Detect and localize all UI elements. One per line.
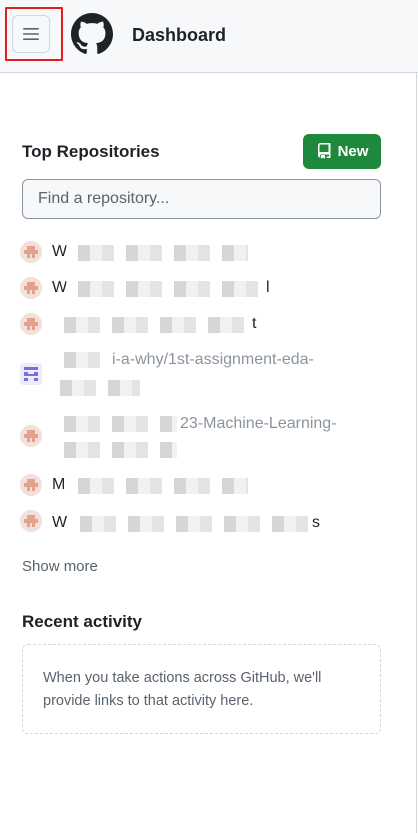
repo-name-obscured-line2 [52,442,177,458]
repo-name-fragment: s [312,514,320,531]
repo-list-item[interactable]: i-a-why/1st-assignment-eda- [20,350,360,398]
repo-list-item[interactable]: W s [20,510,360,532]
repo-list-item[interactable]: t [20,313,360,335]
repo-list-item[interactable]: 23-Machine-Learning- [20,414,360,460]
repo-name-obscured [66,245,248,261]
repo-list-item[interactable]: W l [20,277,360,299]
recent-activity-empty-state: When you take actions across GitHub, we'… [22,644,381,734]
repo-name-obscured [52,416,177,432]
empty-state-text-line1: When you take actions across GitHub, we'… [43,670,322,686]
github-logo-icon[interactable] [71,13,113,55]
repo-name-fragment: i-a-why/1st-assignment-eda- [112,351,314,368]
repo-owner-avatar [20,241,42,263]
repo-name-fragment: t [252,315,257,332]
repo-owner-avatar [20,474,42,496]
repo-owner-avatar [20,363,42,385]
find-repository-input[interactable] [22,179,381,219]
top-header: Dashboard [0,0,418,73]
repo-owner-avatar [20,277,42,299]
repo-name-obscured [52,317,252,333]
repo-list-item[interactable]: M [20,474,360,496]
repo-name-obscured-line2 [48,380,140,396]
repo-name-fragment: l [266,279,270,296]
menu-highlight-box [5,7,63,61]
repo-icon [317,142,331,159]
repo-name-start: W [52,243,68,260]
page-title: Dashboard [132,25,227,45]
repo-owner-avatar [20,425,42,447]
new-repository-button[interactable]: New [303,134,381,169]
repo-name-fragment: 23-Machine-Learning- [180,415,337,432]
repo-owner-avatar [20,510,42,532]
new-button-label: New [337,143,369,160]
repo-owner-avatar [20,313,42,335]
recent-activity-heading: Recent activity [22,612,142,631]
repo-name-obscured [66,478,248,494]
repo-list-item[interactable]: W [20,241,360,263]
repo-name-obscured [68,516,312,532]
show-more-link[interactable]: Show more [22,558,98,575]
top-repositories-heading: Top Repositories [22,142,160,161]
repo-name-obscured [52,352,112,368]
repo-name-start: W [52,279,68,296]
empty-state-text-line2: provide links to that activity here. [43,693,254,709]
repo-name-start: M [52,476,66,493]
repo-name-obscured [66,281,266,297]
panel-divider [416,73,417,833]
repo-name-start: W [52,514,68,531]
